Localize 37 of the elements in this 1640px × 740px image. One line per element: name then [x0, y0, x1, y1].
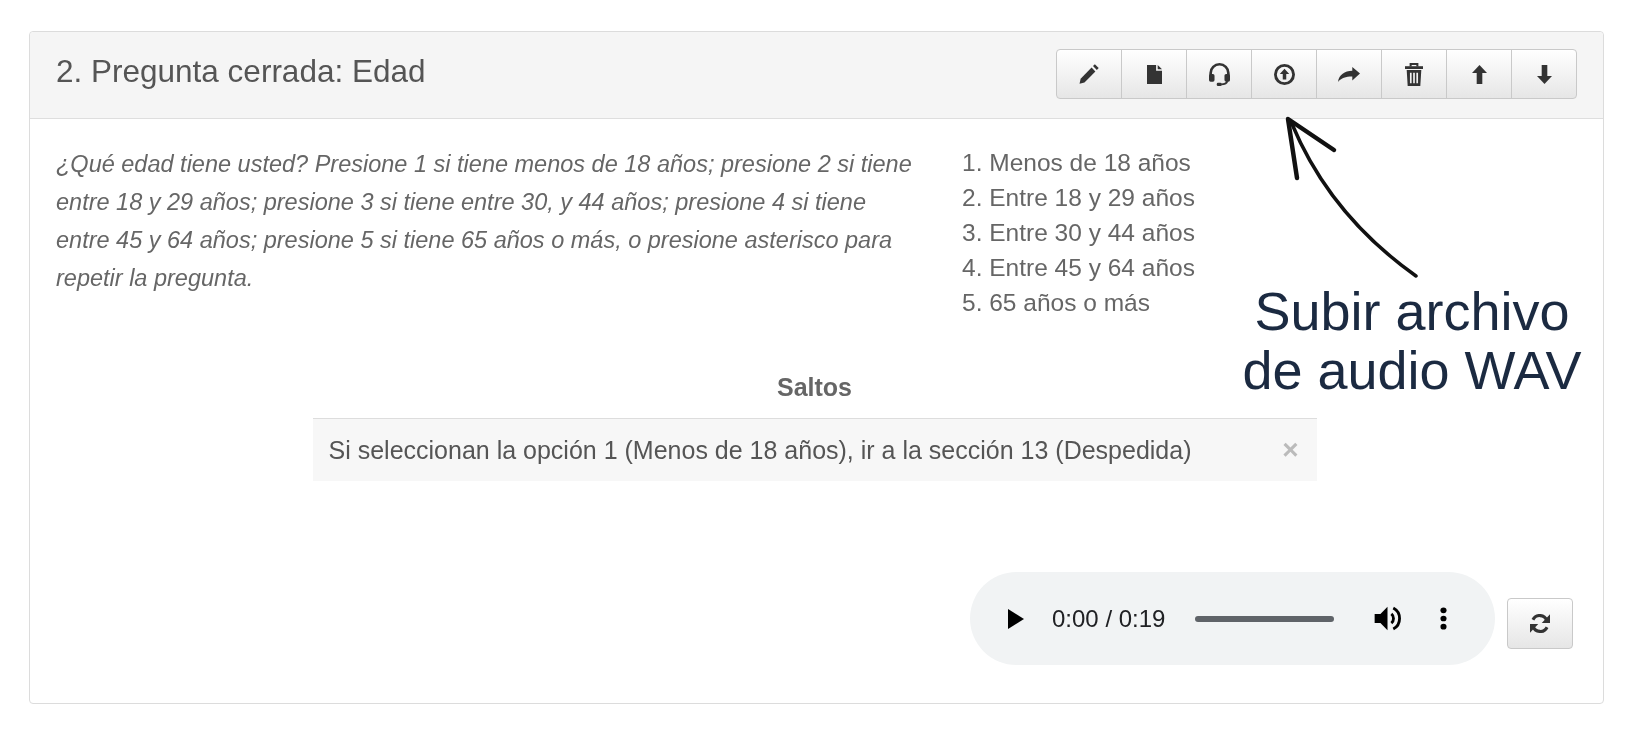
jumps-heading: Saltos	[777, 372, 852, 402]
edit-button[interactable]	[1056, 49, 1122, 99]
progress-track[interactable]	[1195, 615, 1335, 622]
arrow-down-icon	[1536, 64, 1552, 84]
delete-button[interactable]	[1381, 49, 1447, 99]
jump-rule-text: Si seleccionan la opción 1 (Menos de 18 años), ir a la sección 13 (Despedida)	[328, 435, 1192, 465]
question-title: 2. Pregunta cerrada: Edad	[56, 52, 426, 91]
headset-icon	[1208, 62, 1230, 86]
play-button[interactable]	[1008, 608, 1024, 629]
more-icon	[1440, 607, 1448, 630]
arrow-up-icon	[1471, 64, 1487, 84]
question-text: ¿Qué edad tiene usted? Presione 1 si tiene menos de 18 años; presione 2 si tiene entre 18 y 29 años; presione 3 si tiene entre 30, y 44 años; presione 4 si tiene entre 45 y 64 años; presione 5 si tiene 65 años o más, o presione asterisco para repetir la pregunta.	[56, 150, 913, 293]
answer-option: 4. Entre 45 y 64 años	[962, 250, 1195, 285]
speaker-icon	[1374, 606, 1402, 631]
refresh-icon	[1530, 614, 1550, 633]
move-down-button[interactable]	[1511, 49, 1577, 99]
trash-icon	[1405, 62, 1423, 86]
circle-arrow-up-icon	[1273, 63, 1295, 85]
answer-option: 5. 65 años o más	[962, 285, 1195, 320]
answer-option: 2. Entre 18 y 29 años	[962, 180, 1195, 215]
answer-option: 3. Entre 30 y 44 años	[962, 215, 1195, 250]
document-button[interactable]	[1121, 49, 1187, 99]
time-display: 0:00 / 0:19	[1052, 604, 1166, 633]
share-icon	[1338, 66, 1360, 82]
refresh-button[interactable]	[1507, 598, 1573, 649]
pencil-icon	[1079, 64, 1099, 84]
share-button[interactable]	[1316, 49, 1382, 99]
more-button[interactable]	[1440, 607, 1448, 630]
headset-button[interactable]	[1186, 49, 1252, 99]
move-up-button[interactable]	[1446, 49, 1512, 99]
upload-button[interactable]	[1251, 49, 1317, 99]
remove-button[interactable]: ×	[1280, 436, 1301, 464]
annotation-text: Subir archivo de audio WAV	[1241, 282, 1583, 400]
volume-button[interactable]	[1374, 606, 1402, 631]
answer-option: 1. Menos de 18 años	[962, 145, 1195, 180]
file-icon	[1146, 64, 1162, 84]
play-icon	[1008, 608, 1024, 629]
